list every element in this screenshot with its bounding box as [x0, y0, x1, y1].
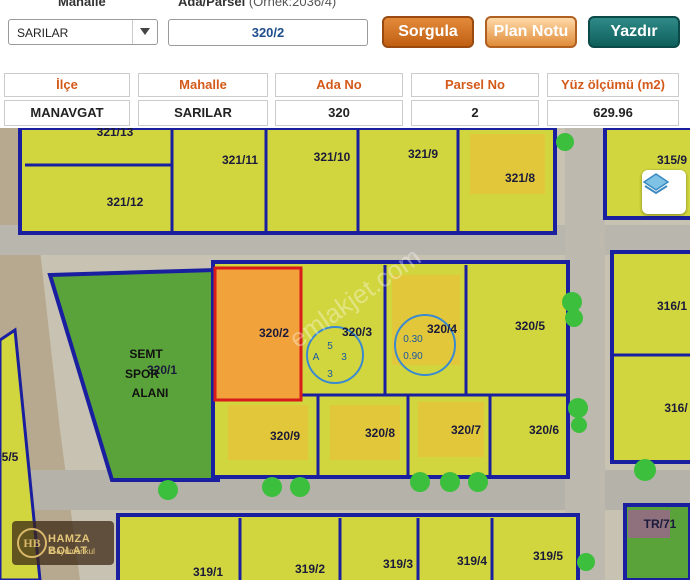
label-319-1: 319/1 [193, 565, 223, 579]
label-320-7: 320/7 [451, 423, 481, 437]
table-cell-parsel-no: 2 [411, 100, 539, 126]
semt-line-3: ALANI [132, 386, 169, 400]
label-321-10: 321/10 [314, 150, 351, 164]
label-321-11: 321/11 [222, 153, 258, 167]
building-roof [392, 275, 460, 365]
table-header-ada-no: Ada No [275, 73, 403, 97]
block-319-outline [116, 513, 580, 580]
zone1-bot: 3 [327, 369, 333, 380]
table-header-yuzolcumu: Yüz ölçümü (m2) [547, 73, 679, 97]
road-vertical-1 [565, 128, 605, 580]
table-cell-yuzolcumu: 629.96 [547, 100, 679, 126]
label-320-9: 320/9 [270, 429, 300, 443]
table-header-parsel-no: Parsel No [411, 73, 539, 97]
map-canvas: 321/13 321/12 321/11 321/10 321/9 321/8 … [0, 128, 690, 580]
label-5-5: 5/5 [2, 450, 19, 464]
label-315-9: 315/9 [657, 153, 687, 167]
query-panel: Mahalle Ada/Parsel (Örnek:2036/4) SARILA… [0, 0, 690, 128]
tree-icon [262, 477, 282, 497]
plan-notu-button[interactable]: Plan Notu [485, 16, 577, 48]
zone2-top: 0.30 [403, 334, 423, 345]
table-cell-ilce: MANAVGAT [4, 100, 130, 126]
label-319-3: 319/3 [383, 557, 413, 571]
building-roof [470, 134, 545, 194]
label-320-6: 320/6 [529, 423, 559, 437]
tree-icon [410, 472, 430, 492]
zone2-bot: 0.90 [403, 351, 423, 362]
ada-parsel-label: Ada/Parsel (Örnek:2036/4) [178, 0, 336, 9]
label-319-2: 319/2 [295, 562, 325, 576]
yazdir-button[interactable]: Yazdır [588, 16, 680, 48]
mahalle-select-value: SARILAR [17, 26, 69, 40]
semt-line-1: SEMT [129, 347, 163, 361]
label-319-4: 319/4 [457, 554, 487, 568]
tree-icon [290, 477, 310, 497]
label-319-5: 319/5 [533, 549, 563, 563]
table-header-ilce: İlçe [4, 73, 130, 97]
tree-icon [440, 472, 460, 492]
logo-emblem: HB [17, 528, 47, 558]
label-320-8: 320/8 [365, 426, 395, 440]
label-tr71: TR/71 [644, 517, 677, 531]
label-320-3: 320/3 [342, 325, 372, 339]
watermark-logo: HB HAMZA BOLAT Gayrimenkul [12, 521, 114, 565]
label-320-5: 320/5 [515, 319, 545, 333]
tree-icon [565, 309, 583, 327]
chevron-down-icon[interactable] [132, 20, 157, 44]
sorgula-button[interactable]: Sorgula [382, 16, 474, 48]
zone1-a: A [313, 352, 320, 363]
tree-icon [571, 417, 587, 433]
label-320-4: 320/4 [427, 322, 457, 336]
logo-subtitle: Gayrimenkul [50, 547, 95, 556]
layers-button[interactable] [642, 170, 686, 214]
table-cell-ada-no: 320 [275, 100, 403, 126]
tree-icon [556, 133, 574, 151]
mahalle-select[interactable]: SARILAR [8, 19, 158, 45]
label-316-b: 316/ [664, 401, 688, 415]
ada-parsel-example: (Örnek:2036/4) [248, 0, 337, 9]
block-316 [610, 250, 690, 464]
label-321-8: 321/8 [505, 171, 535, 185]
tree-icon [634, 459, 656, 481]
tree-icon [577, 553, 595, 571]
zone1-mid: 3 [341, 352, 347, 363]
tree-icon [158, 480, 178, 500]
tree-icon [562, 292, 582, 312]
table-header-mahalle: Mahalle [138, 73, 268, 97]
label-321-9: 321/9 [408, 147, 438, 161]
ada-parsel-input[interactable]: 320/2 [168, 19, 368, 46]
label-321-12: 321/12 [107, 195, 144, 209]
label-316-1: 316/1 [657, 299, 687, 313]
table-cell-mahalle: SARILAR [138, 100, 268, 126]
block-321 [18, 128, 557, 235]
parcel-map[interactable]: 321/13 321/12 321/11 321/10 321/9 321/8 … [0, 128, 690, 580]
semt-line-2: SPOR [125, 367, 159, 381]
tree-icon [468, 472, 488, 492]
mahalle-label: Mahalle [58, 0, 106, 9]
tree-icon [568, 398, 588, 418]
ada-parsel-label-text: Ada/Parsel [178, 0, 246, 9]
label-321-13: 321/13 [97, 128, 134, 139]
zone1-top: 5 [327, 341, 333, 352]
